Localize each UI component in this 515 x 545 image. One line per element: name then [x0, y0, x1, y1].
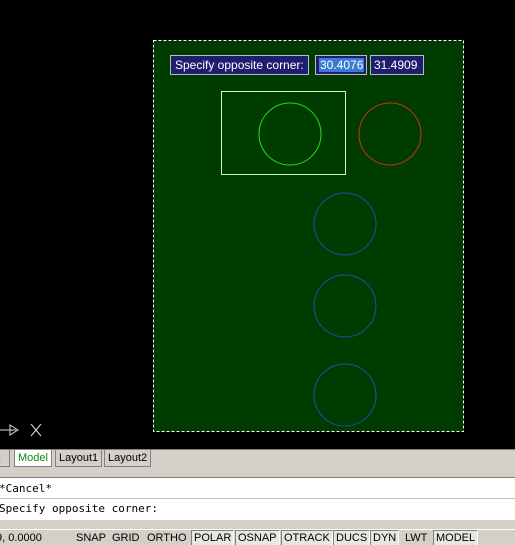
tab-layout1[interactable]: Layout1 [55, 450, 103, 467]
command-history-line: *Cancel* [0, 482, 52, 495]
ducs-toggle[interactable]: DUCS [333, 530, 371, 545]
tab-model[interactable]: Model [14, 450, 52, 467]
autocad-window: Specify opposite corner: 30.4076 31.4909… [0, 0, 515, 545]
tab-nav-left[interactable]: I [0, 450, 10, 467]
dynamic-input-prompt: Specify opposite corner: [170, 55, 309, 75]
model-space-toggle[interactable]: MODEL [433, 530, 479, 545]
osnap-toggle[interactable]: OSNAP [235, 530, 280, 545]
command-separator [0, 498, 515, 499]
layout-tabs-bar: I Model Layout1 Layout2 [0, 449, 515, 468]
ucs-icon [0, 423, 42, 437]
status-bar: 9, 0.0000 SNAP GRID ORTHO POLAR OSNAP OT… [0, 529, 515, 545]
ortho-toggle[interactable]: ORTHO [144, 530, 190, 545]
x-coordinate-value: 30.4076 [319, 58, 365, 72]
y-coordinate-value: 31.4909 [374, 58, 418, 72]
x-coordinate-input[interactable]: 30.4076 [315, 55, 367, 75]
command-history[interactable]: *Cancel* Specify opposite corner: [0, 477, 515, 520]
crossing-selection-window [153, 40, 464, 432]
command-window: *Cancel* Specify opposite corner: [0, 467, 515, 529]
y-coordinate-input[interactable]: 31.4909 [370, 55, 424, 75]
otrack-toggle[interactable]: OTRACK [281, 530, 333, 545]
snap-toggle[interactable]: SNAP [73, 530, 109, 545]
dyn-toggle[interactable]: DYN [370, 530, 400, 545]
coordinate-readout[interactable]: 9, 0.0000 [0, 530, 42, 545]
tab-layout2[interactable]: Layout2 [104, 450, 152, 467]
grid-toggle[interactable]: GRID [109, 530, 143, 545]
drawing-canvas[interactable]: Specify opposite corner: 30.4076 31.4909 [0, 0, 515, 449]
lwt-toggle[interactable]: LWT [402, 530, 430, 545]
polar-toggle[interactable]: POLAR [191, 530, 235, 545]
command-prompt-line: Specify opposite corner: [0, 502, 158, 515]
